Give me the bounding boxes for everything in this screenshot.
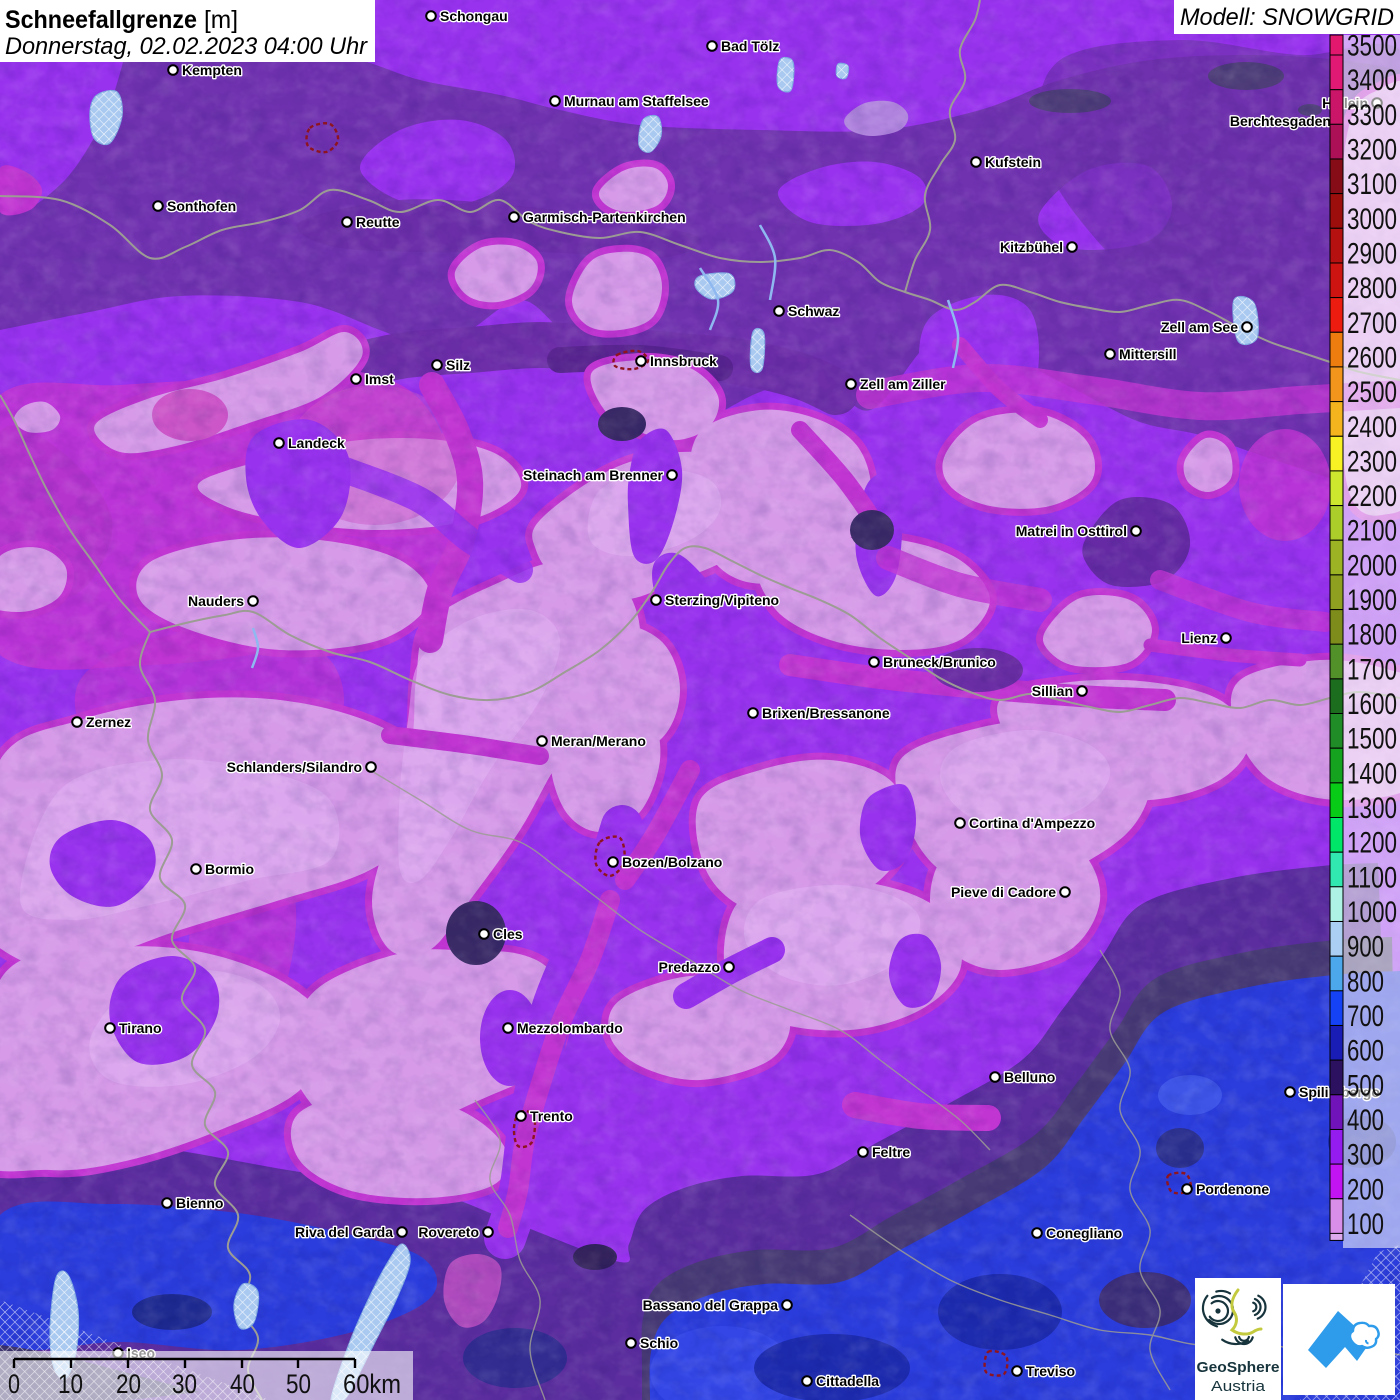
svg-text:Brixen/Bressanone: Brixen/Bressanone [762, 705, 890, 721]
svg-text:1500: 1500 [1347, 723, 1397, 756]
svg-text:GeoSphere: GeoSphere [1197, 1359, 1280, 1376]
svg-text:Kufstein: Kufstein [985, 154, 1041, 170]
svg-text:Sonthofen: Sonthofen [167, 198, 236, 214]
svg-text:Pordenone: Pordenone [1196, 1181, 1269, 1197]
svg-text:Imst: Imst [365, 371, 394, 387]
svg-text:Conegliano: Conegliano [1046, 1225, 1122, 1241]
svg-text:20: 20 [116, 1369, 141, 1399]
svg-text:3500: 3500 [1347, 30, 1397, 63]
svg-text:400: 400 [1347, 1104, 1384, 1137]
svg-text:1300: 1300 [1347, 792, 1397, 825]
svg-text:500: 500 [1347, 1069, 1384, 1102]
svg-text:Meran/Merano: Meran/Merano [551, 733, 646, 749]
svg-text:Donnerstag, 02.02.2023 04:00 U: Donnerstag, 02.02.2023 04:00 Uhr [5, 33, 368, 60]
svg-text:1600: 1600 [1347, 688, 1397, 721]
svg-text:1900: 1900 [1347, 584, 1397, 617]
svg-text:2800: 2800 [1347, 272, 1397, 305]
svg-text:2600: 2600 [1347, 341, 1397, 374]
svg-text:Steinach am Brenner: Steinach am Brenner [523, 467, 664, 483]
svg-text:50: 50 [286, 1369, 311, 1399]
svg-text:Bruneck/Brunico: Bruneck/Brunico [883, 654, 996, 670]
svg-text:Bienno: Bienno [176, 1195, 223, 1211]
svg-text:3300: 3300 [1347, 99, 1397, 132]
svg-text:Silz: Silz [446, 357, 470, 373]
svg-text:Austria: Austria [1211, 1378, 1266, 1395]
svg-text:Predazzo: Predazzo [659, 959, 720, 975]
svg-text:200: 200 [1347, 1173, 1384, 1206]
svg-text:1400: 1400 [1347, 757, 1397, 790]
svg-text:Innsbruck: Innsbruck [650, 353, 717, 369]
svg-text:Mezzolombardo: Mezzolombardo [517, 1020, 623, 1036]
svg-text:Schlanders/Silandro: Schlanders/Silandro [227, 759, 362, 775]
svg-text:60km: 60km [343, 1369, 401, 1399]
svg-text:Tirano: Tirano [119, 1020, 162, 1036]
svg-text:2700: 2700 [1347, 307, 1397, 340]
svg-text:Cittadella: Cittadella [816, 1373, 879, 1389]
svg-text:800: 800 [1347, 965, 1384, 998]
svg-text:Bozen/Bolzano: Bozen/Bolzano [622, 854, 722, 870]
svg-text:Cortina d'Ampezzo: Cortina d'Ampezzo [969, 815, 1095, 831]
svg-text:Berchtesgaden: Berchtesgaden [1230, 113, 1331, 129]
svg-text:Rovereto: Rovereto [418, 1224, 479, 1240]
svg-text:Sillian: Sillian [1032, 683, 1073, 699]
svg-text:3000: 3000 [1347, 203, 1397, 236]
svg-text:1700: 1700 [1347, 653, 1397, 686]
svg-text:Zell am Ziller: Zell am Ziller [860, 376, 946, 392]
svg-text:2300: 2300 [1347, 445, 1397, 478]
svg-text:Kempten: Kempten [182, 62, 242, 78]
svg-text:Modell: SNOWGRID: Modell: SNOWGRID [1180, 4, 1394, 31]
svg-text:1000: 1000 [1347, 896, 1397, 929]
svg-text:Bad Tölz: Bad Tölz [721, 38, 779, 54]
svg-text:2500: 2500 [1347, 376, 1397, 409]
svg-text:Belluno: Belluno [1004, 1069, 1055, 1085]
svg-text:Pieve di Cadore: Pieve di Cadore [951, 884, 1056, 900]
svg-text:Mittersill: Mittersill [1119, 346, 1177, 362]
svg-text:2200: 2200 [1347, 480, 1397, 513]
svg-text:3400: 3400 [1347, 64, 1397, 97]
svg-text:Murnau am Staffelsee: Murnau am Staffelsee [564, 93, 709, 109]
svg-text:0: 0 [8, 1369, 20, 1399]
svg-text:2000: 2000 [1347, 549, 1397, 582]
svg-text:30: 30 [172, 1369, 197, 1399]
svg-text:300: 300 [1347, 1139, 1384, 1172]
svg-text:Zell am See: Zell am See [1161, 319, 1238, 335]
svg-text:Trento: Trento [530, 1108, 573, 1124]
svg-text:2400: 2400 [1347, 411, 1397, 444]
svg-text:Schongau: Schongau [440, 8, 508, 24]
svg-text:Zernez: Zernez [86, 714, 131, 730]
svg-text:Bormio: Bormio [205, 861, 254, 877]
svg-text:Schneefallgrenze: Schneefallgrenze [5, 6, 197, 34]
svg-text:700: 700 [1347, 1000, 1384, 1033]
svg-text:900: 900 [1347, 931, 1384, 964]
svg-text:Riva del Garda: Riva del Garda [295, 1224, 393, 1240]
svg-text:1800: 1800 [1347, 619, 1397, 652]
svg-text:Landeck: Landeck [288, 435, 345, 451]
svg-text:Feltre: Feltre [872, 1144, 910, 1160]
svg-text:3100: 3100 [1347, 168, 1397, 201]
svg-text:40: 40 [230, 1369, 255, 1399]
svg-text:3200: 3200 [1347, 134, 1397, 167]
svg-text:Reutte: Reutte [356, 214, 400, 230]
svg-text:[m]: [m] [204, 6, 238, 34]
svg-text:Kitzbühel: Kitzbühel [1000, 239, 1063, 255]
svg-text:Garmisch-Partenkirchen: Garmisch-Partenkirchen [523, 209, 686, 225]
svg-text:Schio: Schio [640, 1335, 678, 1351]
svg-text:1100: 1100 [1347, 861, 1397, 894]
svg-text:100: 100 [1347, 1208, 1384, 1241]
svg-text:Cles: Cles [493, 926, 523, 942]
svg-text:10: 10 [58, 1369, 83, 1399]
svg-text:Treviso: Treviso [1026, 1363, 1075, 1379]
svg-text:Bassano del Grappa: Bassano del Grappa [643, 1297, 779, 1313]
svg-text:Matrei in Osttirol: Matrei in Osttirol [1016, 523, 1127, 539]
svg-text:Sterzing/Vipiteno: Sterzing/Vipiteno [665, 592, 779, 608]
svg-text:Nauders: Nauders [188, 593, 244, 609]
svg-text:2100: 2100 [1347, 515, 1397, 548]
svg-text:Schwaz: Schwaz [788, 303, 839, 319]
svg-text:2900: 2900 [1347, 238, 1397, 271]
svg-text:Lienz: Lienz [1181, 630, 1217, 646]
svg-text:600: 600 [1347, 1035, 1384, 1068]
svg-text:1200: 1200 [1347, 827, 1397, 860]
